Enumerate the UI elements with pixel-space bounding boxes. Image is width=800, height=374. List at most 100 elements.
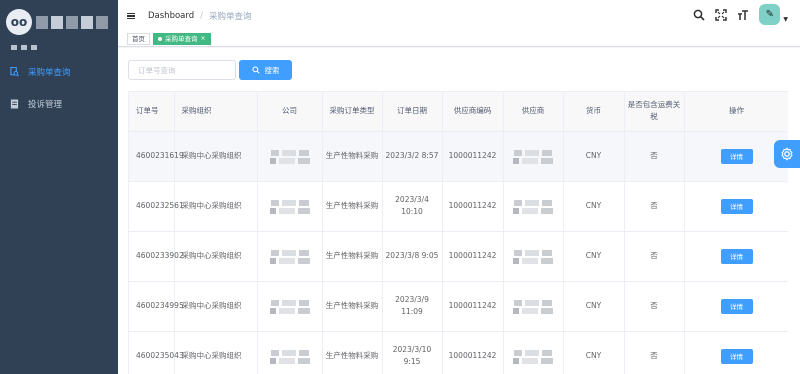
cell-company-redacted (257, 281, 323, 332)
cell-order-date: 2023/3/9 11:09 (382, 281, 443, 332)
breadcrumb-separator: / (200, 11, 203, 21)
cell-supplier-redacted (503, 231, 564, 282)
cell-supplier-code: 1000011242 (442, 281, 504, 332)
cell-order-no: 4600232561 (129, 181, 184, 232)
cell-order-date: 2023/3/2 8:57 (382, 131, 443, 182)
cell-actions: 详情 (684, 131, 788, 182)
cell-currency: CNY (563, 181, 625, 232)
cell-order-type: 生产性物料采购 (322, 281, 383, 332)
col-currency: 货币 (563, 92, 625, 132)
col-company: 公司 (257, 92, 323, 132)
search-button[interactable]: 搜索 (239, 60, 292, 80)
breadcrumb: Dashboard / 采购单查询 (148, 10, 252, 22)
table-row: 4600235043 采购中心采购组织 生产性物料采购 2023/3/10 9:… (129, 331, 788, 374)
col-actions: 操作 (684, 92, 788, 132)
search-icon (251, 66, 260, 74)
cell-supplier-redacted (503, 181, 564, 232)
tags-view: 首页 采购单查询 × (118, 32, 800, 47)
cell-order-no: 4600234995 (129, 281, 184, 332)
search-icon[interactable] (693, 9, 705, 21)
detail-button[interactable]: 详情 (720, 148, 753, 164)
sidebar-item-complaints[interactable]: 投诉管理 (0, 88, 118, 120)
col-order-no: 订单号 (129, 92, 175, 132)
cell-order-no: 4600235043 (129, 331, 184, 374)
hamburger-icon[interactable] (127, 13, 135, 19)
cell-incl-fee: 否 (624, 231, 685, 282)
search-button-label: 搜索 (264, 65, 280, 75)
font-size-icon[interactable] (737, 9, 749, 21)
cell-incl-fee: 否 (624, 131, 685, 182)
col-incl-fee: 是否包含运费关税 (624, 92, 685, 132)
document-icon (10, 99, 19, 109)
orders-table: 订单号 采购组织 公司 采购订单类型 订单日期 供应商编码 供应商 货币 是否包… (128, 91, 788, 374)
detail-button[interactable]: 详情 (720, 248, 753, 264)
breadcrumb-dashboard[interactable]: Dashboard (148, 11, 194, 21)
cell-purchase-org: 采购中心采购组织 (174, 181, 258, 232)
cell-actions: 详情 (684, 331, 788, 374)
table-row: 4600232561 采购中心采购组织 生产性物料采购 2023/3/4 10:… (129, 181, 788, 232)
col-purchase-org: 采购组织 (174, 92, 258, 132)
cell-actions: 详情 (684, 231, 788, 282)
tag-purchase-order-query[interactable]: 采购单查询 × (153, 33, 211, 45)
col-order-date: 订单日期 (382, 92, 443, 132)
chevron-down-icon[interactable]: ▼ (783, 16, 788, 23)
gear-icon (781, 147, 793, 161)
tag-label: 采购单查询 (165, 35, 198, 43)
detail-button[interactable]: 详情 (720, 198, 753, 214)
sidebar-item-label: 采购单查询 (28, 68, 71, 78)
sidebar-item-label: 投诉管理 (28, 100, 63, 110)
cell-purchase-org: 采购中心采购组织 (174, 231, 258, 282)
order-number-search-input[interactable] (128, 60, 236, 80)
fullscreen-icon[interactable] (715, 8, 728, 21)
search-bar: 搜索 (128, 60, 292, 80)
avatar-glyph: ✎ (765, 9, 775, 20)
table-row: 4600231619 采购中心采购组织 生产性物料采购 2023/3/2 8:5… (129, 131, 788, 182)
col-supplier: 供应商 (503, 92, 564, 132)
cell-actions: 详情 (684, 181, 788, 232)
cell-supplier-code: 1000011242 (442, 181, 504, 232)
sidebar: oo 采购单查询 投诉管理 (0, 0, 118, 374)
detail-button[interactable]: 详情 (720, 298, 753, 314)
cell-company-redacted (257, 331, 323, 374)
cell-currency: CNY (563, 231, 625, 282)
cell-order-date: 2023/3/8 9:05 (382, 231, 443, 282)
cell-currency: CNY (563, 281, 625, 332)
sidebar-item-purchase-order-query[interactable]: 采购单查询 (0, 56, 118, 88)
cell-company-redacted (257, 131, 323, 182)
app-root: oo 采购单查询 投诉管理 Dashboard / 采购单查询 ✎ ▼ 首页 采… (0, 0, 800, 374)
logo[interactable]: oo (0, 0, 118, 38)
table-row: 4600233902 采购中心采购组织 生产性物料采购 2023/3/8 9:0… (129, 231, 788, 282)
cell-order-type: 生产性物料采购 (322, 181, 383, 232)
cell-order-date: 2023/3/10 9:15 (382, 331, 443, 374)
logo-icon: oo (6, 9, 32, 35)
cell-supplier-code: 1000011242 (442, 331, 504, 374)
detail-button[interactable]: 详情 (720, 348, 753, 364)
cell-supplier-code: 1000011242 (442, 131, 504, 182)
cell-supplier-redacted (503, 281, 564, 332)
tag-home[interactable]: 首页 (127, 33, 150, 45)
settings-button[interactable] (774, 140, 800, 168)
avatar[interactable]: ✎ (759, 4, 781, 25)
cell-purchase-org: 采购中心采购组织 (174, 131, 258, 182)
col-supplier-code: 供应商编码 (442, 92, 504, 132)
breadcrumb-current: 采购单查询 (209, 12, 252, 22)
cell-company-redacted (257, 181, 323, 232)
table-row: 4600234995 采购中心采购组织 生产性物料采购 2023/3/9 11:… (129, 281, 788, 332)
cell-supplier-redacted (503, 131, 564, 182)
cell-purchase-org: 采购中心采购组织 (174, 331, 258, 374)
tag-label: 首页 (132, 35, 145, 43)
table-header-row: 订单号 采购组织 公司 采购订单类型 订单日期 供应商编码 供应商 货币 是否包… (129, 92, 788, 132)
close-icon[interactable]: × (201, 34, 206, 44)
cell-actions: 详情 (684, 281, 788, 332)
cell-order-no: 4600233902 (129, 231, 184, 282)
cell-supplier-redacted (503, 331, 564, 374)
cell-order-no: 4600231619 (129, 131, 184, 182)
top-navbar: Dashboard / 采购单查询 ✎ ▼ (118, 0, 800, 32)
cell-incl-fee: 否 (624, 281, 685, 332)
main-content: 搜索 订单号 采购组织 公司 采购订单类型 订单日期 供应商编码 (118, 48, 800, 374)
col-order-type: 采购订单类型 (322, 92, 383, 132)
cell-currency: CNY (563, 331, 625, 374)
logo-text-redacted (36, 15, 108, 29)
cell-purchase-org: 采购中心采购组织 (174, 281, 258, 332)
cell-supplier-code: 1000011242 (442, 231, 504, 282)
